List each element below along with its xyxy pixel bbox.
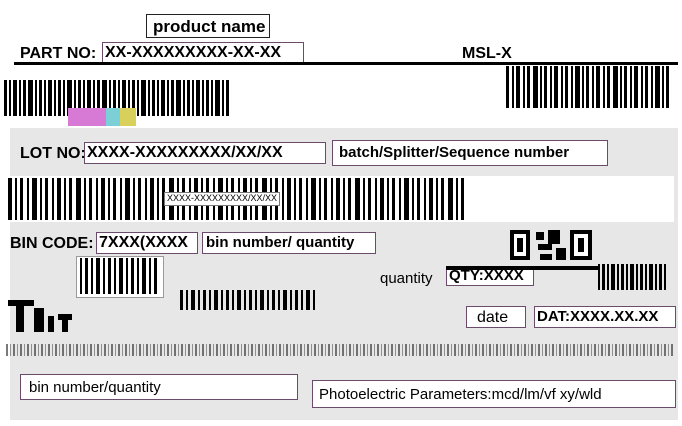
product-name: product name	[153, 17, 266, 36]
photo-caption: Photoelectric Parameters:mcd/lm/vf xy/wl…	[319, 386, 602, 403]
small-print-rule	[6, 344, 674, 356]
logo-mark	[8, 300, 72, 332]
small-barcode-right	[598, 264, 666, 290]
bin-caption-box: bin number/ quantity	[202, 232, 376, 254]
qr-code	[510, 230, 592, 260]
part-no-value-box: XX-XXXXXXXXX-XX-XX	[102, 42, 304, 64]
qty-value: QTY:XXXX	[449, 267, 524, 284]
bin-code-label: BIN CODE:	[10, 235, 94, 252]
photo-caption-box: Photoelectric Parameters:mcd/lm/vf xy/wl…	[312, 380, 676, 408]
bottom-left-caption: bin number/quantity	[29, 379, 161, 396]
color-strip-magenta	[68, 108, 106, 126]
lot-no-value: XXXX-XXXXXXXXX/XX/XX	[87, 144, 283, 161]
bin-caption: bin number/ quantity	[206, 234, 355, 251]
part-no-label: PART NO:	[20, 45, 97, 62]
lot-barcode-text-box: XXXX-XXXXXXXXX/XX/XX	[164, 192, 280, 206]
color-strip-cyan	[106, 108, 120, 126]
batch-caption: batch/Splitter/Sequence number	[339, 144, 570, 161]
lot-no-value-box: XXXX-XXXXXXXXX/XX/XX	[84, 142, 326, 164]
qty-rule	[446, 266, 598, 270]
color-strip-yellow	[120, 108, 136, 126]
top-rule	[14, 62, 678, 65]
date-value-box: DAT:XXXX.XX.XX	[534, 306, 676, 328]
bin-code-value: 7XXX(XXXX	[99, 234, 188, 251]
bin-code-value-box: 7XXX(XXXX	[96, 232, 198, 254]
quantity-label: quantity	[380, 270, 433, 287]
lot-no-label: LOT NO:	[20, 145, 86, 162]
date-label: date	[477, 309, 509, 326]
date-label-box: date	[466, 306, 526, 328]
date-value: DAT:XXXX.XX.XX	[537, 308, 659, 325]
msl-barcode	[506, 66, 669, 108]
product-name-box: product name	[146, 14, 270, 38]
mid-barcode	[180, 290, 315, 310]
lot-barcode-text: XXXX-XXXXXXXXX/XX/XX	[167, 193, 278, 203]
bottom-left-caption-box: bin number/quantity	[20, 374, 298, 400]
part-no-value: XX-XXXXXXXXX-XX-XX	[105, 44, 282, 61]
batch-caption-box: batch/Splitter/Sequence number	[332, 140, 608, 166]
msl-label: MSL-X	[462, 45, 512, 62]
bin-barcode	[80, 258, 157, 294]
